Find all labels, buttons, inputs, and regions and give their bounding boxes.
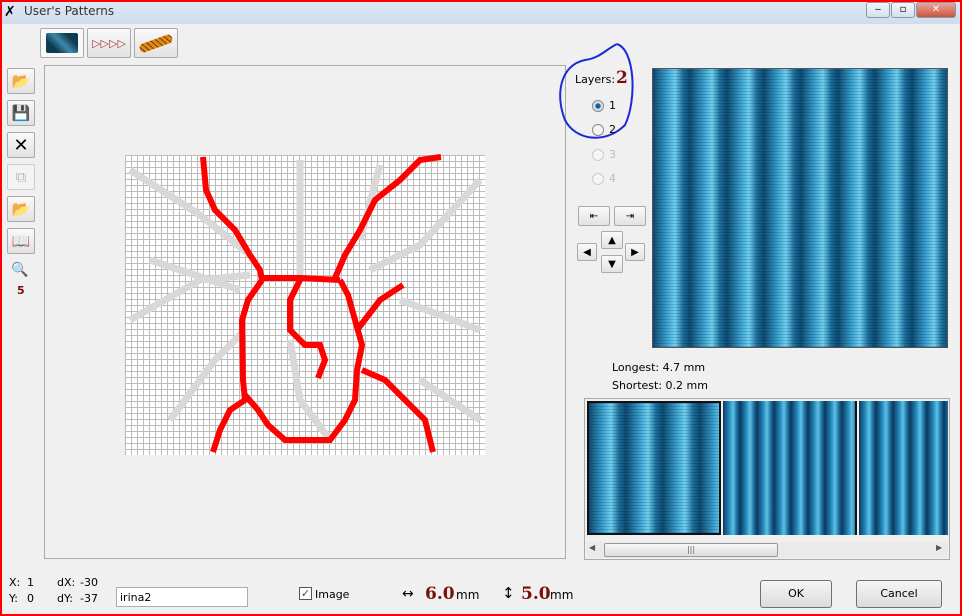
layers-label: Layers: — [575, 73, 616, 86]
arrow-left-icon: ◀ — [583, 246, 591, 258]
pattern-name-input[interactable] — [116, 587, 248, 607]
move-right-button[interactable]: ▶ — [625, 243, 645, 261]
x-value: 1 — [27, 576, 34, 589]
layer-label: 3 — [609, 148, 616, 161]
cancel-button[interactable]: Cancel — [856, 580, 942, 608]
width-icon: ↔ — [402, 586, 414, 602]
layer-label: 2 — [609, 123, 616, 136]
height-unit: mm — [550, 588, 574, 602]
arrow-right-icon: ▶ — [631, 246, 639, 258]
y-value: 0 — [27, 592, 34, 605]
width-value: 6.0 — [425, 584, 455, 604]
y-label: Y: — [9, 592, 18, 605]
layer-label: 4 — [609, 172, 616, 185]
shift-left-icon: ⇤ — [589, 210, 599, 222]
pattern-preview — [652, 68, 948, 348]
thumbnail[interactable] — [723, 401, 857, 535]
radio-button[interactable] — [592, 123, 604, 136]
radio-button — [592, 172, 604, 185]
layer-radio-2[interactable]: 2 — [592, 123, 616, 136]
layer-radio-4: 4 — [592, 172, 616, 185]
dx-label: dX: — [57, 576, 76, 589]
image-checkbox[interactable]: ✓ — [299, 587, 312, 600]
layer-radio-3: 3 — [592, 148, 616, 161]
background-image-lines — [128, 160, 483, 443]
ok-button[interactable]: OK — [760, 580, 832, 608]
move-left-button[interactable]: ◀ — [577, 243, 597, 261]
image-checkbox-label: Image — [315, 588, 350, 601]
height-value: 5.0 — [521, 584, 551, 604]
x-label: X: — [9, 576, 21, 589]
shift-right-button[interactable]: ⇥ — [614, 206, 646, 226]
dx-value: -30 — [80, 576, 98, 589]
shift-right-icon: ⇥ — [625, 210, 635, 222]
thumbnail[interactable] — [859, 401, 948, 535]
scrollbar-thumb[interactable]: ||| — [604, 543, 778, 557]
layer-label: 1 — [609, 99, 616, 112]
shift-left-button[interactable]: ⇤ — [578, 206, 610, 226]
layers-count: 2 — [616, 68, 628, 88]
height-icon: ↕ — [502, 584, 515, 602]
move-down-button[interactable]: ▼ — [601, 255, 623, 273]
scroll-right-icon[interactable]: ▶ — [936, 543, 942, 552]
dy-label: dY: — [57, 592, 73, 605]
shortest-stitch: Shortest: 0.2 mm — [612, 379, 708, 392]
move-up-button[interactable]: ▲ — [601, 231, 623, 249]
arrow-down-icon: ▼ — [608, 258, 616, 270]
radio-button — [592, 148, 604, 161]
scroll-left-icon[interactable]: ◀ — [589, 543, 595, 552]
dy-value: -37 — [80, 592, 98, 605]
longest-stitch: Longest: 4.7 mm — [612, 361, 706, 374]
thumbnail-selected[interactable] — [587, 401, 721, 535]
width-unit: mm — [456, 588, 480, 602]
layer-radio-1[interactable]: 1 — [592, 99, 616, 112]
radio-button[interactable] — [592, 99, 604, 112]
arrow-up-icon: ▲ — [608, 234, 616, 246]
